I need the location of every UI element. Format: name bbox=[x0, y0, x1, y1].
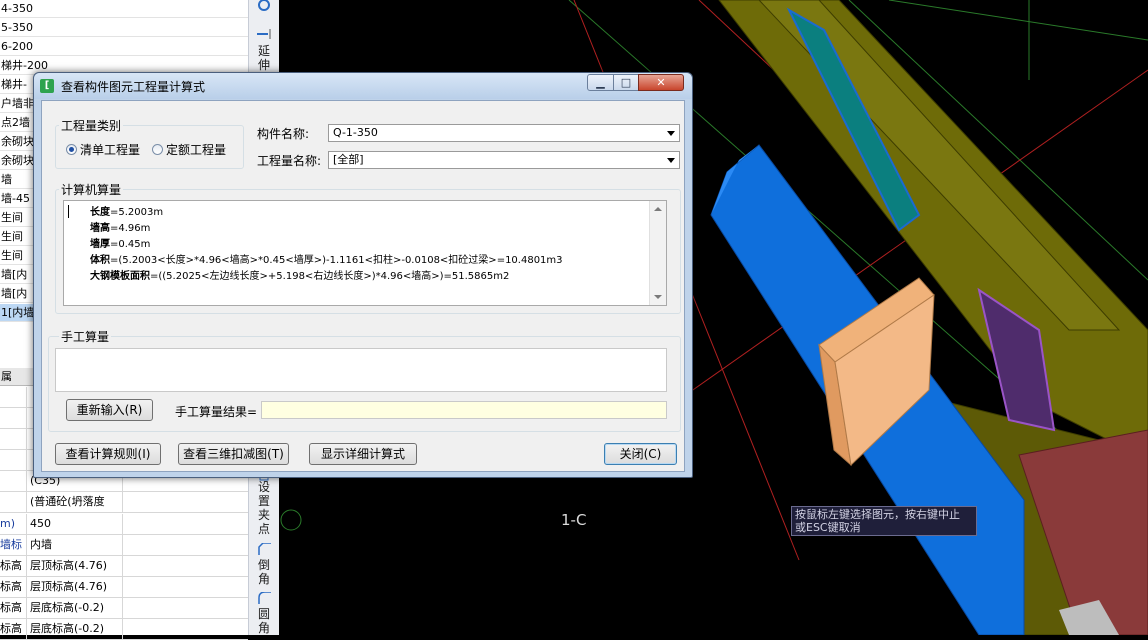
property-name: m) bbox=[0, 514, 27, 534]
minimize-button[interactable]: ▁ bbox=[587, 74, 614, 91]
formula-expr: =((5.2025<左边线长度>+5.198<右边线长度>)*4.96<墙高>)… bbox=[150, 271, 510, 282]
radio-dot[interactable] bbox=[66, 144, 77, 155]
fillet-icon[interactable] bbox=[256, 592, 272, 604]
quantity-formula-dialog: [ 查看构件图元工程量计算式 ▁ □ ✕ 工程量类别 清单工程量 定额工程量 构… bbox=[33, 72, 693, 478]
tooltip-line: 或ESC键取消 bbox=[795, 521, 861, 534]
close-button[interactable]: 关闭(C) bbox=[604, 443, 677, 465]
list-item[interactable]: 6-200 bbox=[0, 38, 248, 56]
manual-result-label: 手工算量结果= bbox=[175, 405, 258, 419]
view-3d-deduction-button[interactable]: 查看三维扣减图(T) bbox=[178, 443, 289, 465]
formula-name: 墙高 bbox=[90, 223, 110, 234]
radio-label: 清单工程量 bbox=[80, 143, 141, 157]
formula-name: 长度 bbox=[90, 207, 110, 218]
radio-quota-quantity[interactable]: 定额工程量 bbox=[152, 143, 226, 157]
window-close-button[interactable]: ✕ bbox=[638, 74, 684, 91]
axis-label: 1-C bbox=[561, 511, 587, 529]
manual-calc-label: 手工算量 bbox=[59, 328, 112, 345]
property-value: 层底标高(-0.2) bbox=[30, 601, 105, 614]
quantity-type-label: 工程量类别 bbox=[59, 117, 124, 134]
property-name bbox=[0, 429, 27, 449]
formula-line: 体积=(5.2003<长度>*4.96<墙高>*0.45<墙厚>)-1.1161… bbox=[90, 253, 563, 269]
fillet-button[interactable]: 圆角 bbox=[256, 607, 272, 635]
property-name: 标高 bbox=[0, 619, 27, 639]
text-caret bbox=[68, 205, 69, 218]
rotate-icon[interactable] bbox=[256, 0, 272, 12]
quantity-name-label: 工程量名称: bbox=[257, 154, 322, 168]
list-item[interactable]: 5-350 bbox=[0, 19, 248, 37]
property-row[interactable]: m) 450 bbox=[0, 514, 248, 535]
component-name-label: 构件名称: bbox=[257, 127, 310, 141]
property-row[interactable]: (普通砼(坍落度 bbox=[0, 492, 248, 513]
maximize-button[interactable]: □ bbox=[613, 74, 639, 91]
property-name: 标高 bbox=[0, 577, 27, 597]
formula-expr: =5.2003m bbox=[110, 207, 164, 218]
vertical-scrollbar[interactable] bbox=[649, 201, 666, 305]
reenter-button[interactable]: 重新输入(R) bbox=[66, 399, 153, 421]
formula-line: 大钢模板面积=((5.2025<左边线长度>+5.198<右边线长度>)*4.9… bbox=[90, 269, 563, 285]
formula-line: 长度=5.2003m bbox=[90, 205, 563, 221]
manual-result-field[interactable] bbox=[261, 401, 667, 419]
dialog-titlebar[interactable]: [ 查看构件图元工程量计算式 ▁ □ ✕ bbox=[34, 73, 692, 99]
status-tooltip: 按鼠标左键选择图元，按右键中止 或ESC键取消 bbox=[791, 506, 977, 536]
property-value: 层顶标高(4.76) bbox=[30, 559, 108, 572]
show-detail-formula-button[interactable]: 显示详细计算式 bbox=[309, 443, 417, 465]
property-row[interactable]: 墙标 内墙 bbox=[0, 535, 248, 556]
property-value: 层顶标高(4.76) bbox=[30, 580, 108, 593]
formula-line: 墙高=4.96m bbox=[90, 221, 563, 237]
property-name bbox=[0, 408, 27, 428]
extend-icon[interactable] bbox=[256, 28, 272, 40]
formula-expr: =4.96m bbox=[110, 223, 151, 234]
property-name bbox=[0, 387, 27, 407]
list-item[interactable]: 4-350 bbox=[0, 0, 248, 18]
scroll-up-icon[interactable] bbox=[654, 207, 662, 211]
extend-button[interactable]: 延伸 bbox=[256, 44, 272, 72]
property-name: 标高 bbox=[0, 598, 27, 618]
property-name: 墙标 bbox=[0, 535, 27, 555]
scroll-down-icon[interactable] bbox=[654, 295, 662, 299]
formula-name: 墙厚 bbox=[90, 239, 110, 250]
property-value: (普通砼(坍落度 bbox=[30, 495, 105, 508]
property-value: 450 bbox=[30, 517, 51, 530]
radio-label: 定额工程量 bbox=[166, 143, 227, 157]
formula-name: 体积 bbox=[90, 255, 110, 266]
set-grip-button[interactable]: 设置夹点 bbox=[256, 480, 272, 536]
property-row[interactable]: 标高 层底标高(-0.2) bbox=[0, 619, 248, 640]
property-name bbox=[0, 492, 27, 512]
dialog-title: 查看构件图元工程量计算式 bbox=[61, 80, 206, 94]
chevron-down-icon[interactable] bbox=[667, 131, 675, 136]
formula-expr: =(5.2003<长度>*4.96<墙高>*0.45<墙厚>)-1.1161<扣… bbox=[110, 255, 563, 266]
property-row[interactable]: 标高 层顶标高(4.76) bbox=[0, 556, 248, 577]
chamfer-icon[interactable] bbox=[256, 543, 272, 555]
computer-calc-label: 计算机算量 bbox=[59, 181, 124, 198]
tooltip-line: 按鼠标左键选择图元，按右键中止 bbox=[795, 508, 960, 521]
dialog-client-area: 工程量类别 清单工程量 定额工程量 构件名称: Q-1-350 工程量名称: [… bbox=[41, 100, 685, 472]
formula-expr: =0.45m bbox=[110, 239, 151, 250]
quantity-name-select[interactable]: [全部] bbox=[328, 151, 680, 169]
formula-name: 大钢模板面积 bbox=[90, 271, 150, 282]
property-row[interactable]: 标高 层顶标高(4.76) bbox=[0, 577, 248, 598]
radio-dot[interactable] bbox=[152, 144, 163, 155]
component-name-value: Q-1-350 bbox=[333, 126, 378, 139]
calc-formula-text[interactable]: 长度=5.2003m 墙高=4.96m 墙厚=0.45m 体积=(5.2003<… bbox=[63, 200, 667, 306]
view-calc-rules-button[interactable]: 查看计算规则(I) bbox=[55, 443, 161, 465]
quantity-name-value: [全部] bbox=[333, 153, 364, 166]
property-value: 内墙 bbox=[30, 538, 52, 551]
property-name bbox=[0, 450, 27, 470]
radio-bill-quantity[interactable]: 清单工程量 bbox=[66, 143, 140, 157]
chamfer-button[interactable]: 倒角 bbox=[256, 558, 272, 586]
property-value: 层底标高(-0.2) bbox=[30, 622, 105, 635]
component-name-select[interactable]: Q-1-350 bbox=[328, 124, 680, 142]
chevron-down-icon[interactable] bbox=[667, 158, 675, 163]
property-row[interactable]: 标高 层底标高(-0.2) bbox=[0, 598, 248, 619]
app-icon: [ bbox=[40, 79, 54, 93]
manual-calc-input[interactable] bbox=[55, 348, 667, 392]
formula-line: 墙厚=0.45m bbox=[90, 237, 563, 253]
property-name bbox=[0, 471, 27, 491]
property-name: 标高 bbox=[0, 556, 27, 576]
